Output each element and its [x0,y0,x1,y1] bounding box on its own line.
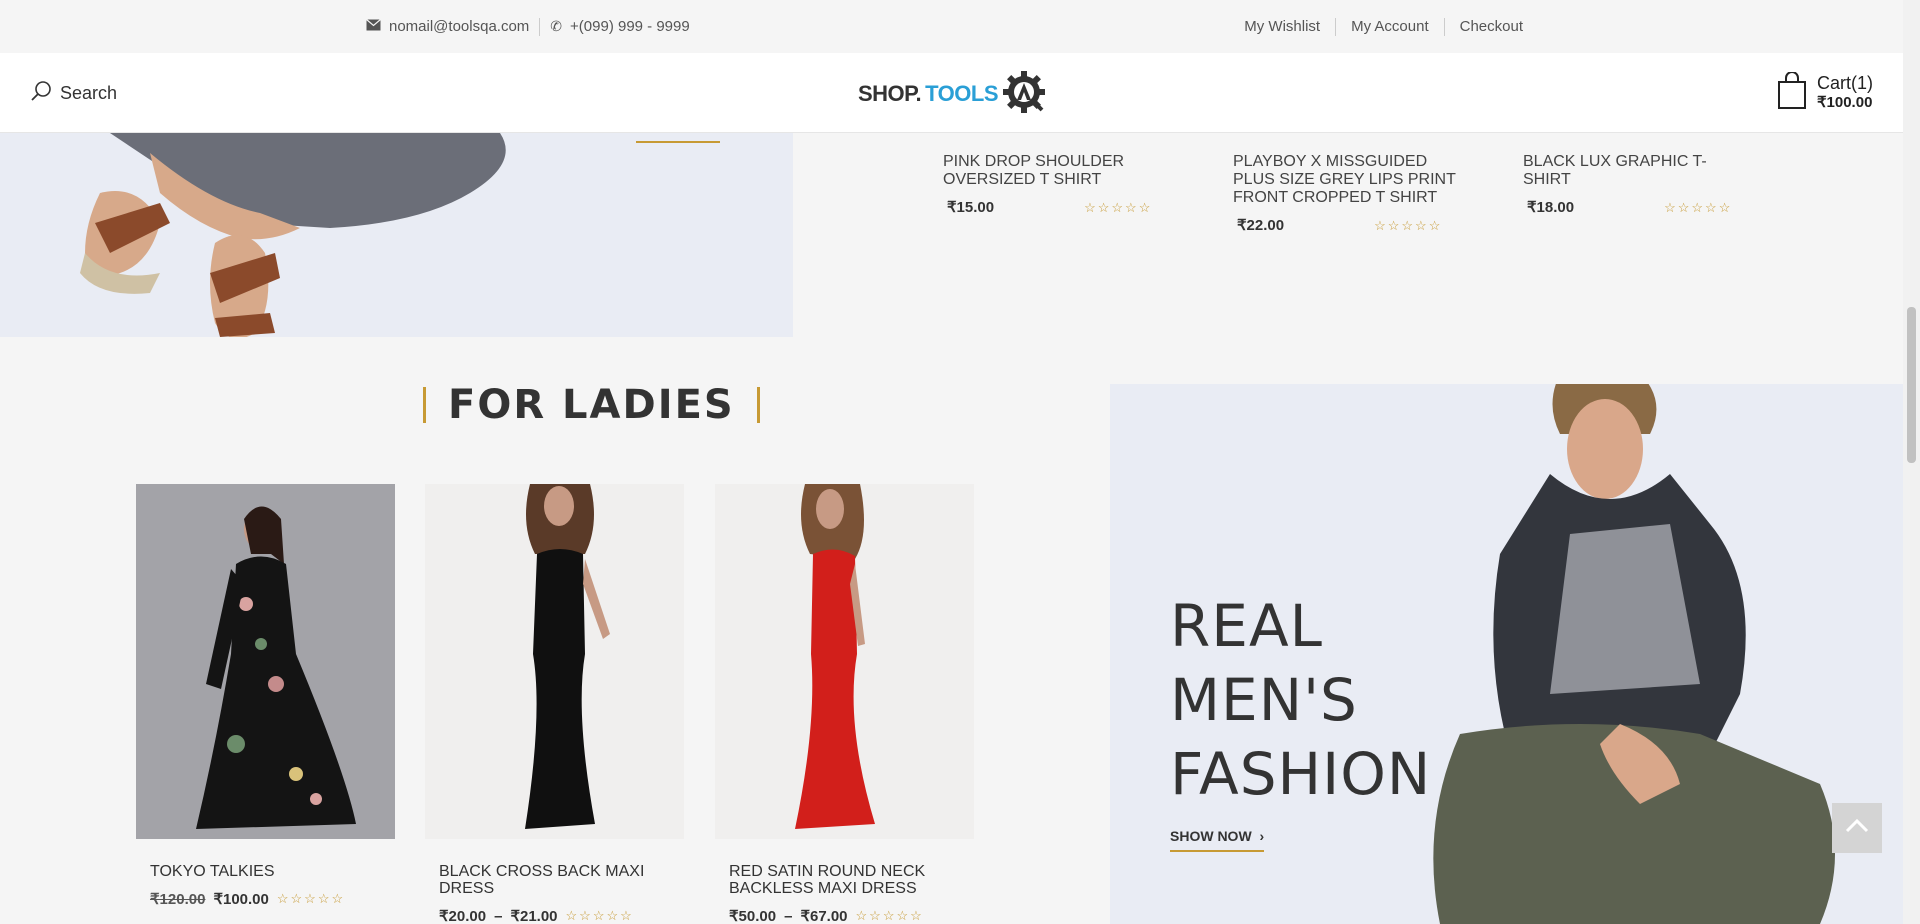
banner-underline [636,141,720,143]
product-name[interactable]: PINK DROP SHOULDER OVERSIZED T SHIRT [943,153,1173,189]
product-card[interactable]: RED SATIN ROUND NECK BACKLESS MAXI DRESS… [715,484,974,924]
cart-button[interactable]: Cart(1) ₹100.00 [1777,53,1873,133]
rating-stars-icon: ☆☆☆☆☆ [1664,200,1733,215]
phone-link[interactable]: ✆ +(099) 999 - 9999 [550,18,689,35]
email-text: nomail@toolsqa.com [389,18,530,35]
page-scrollbar[interactable] [1903,0,1920,924]
price-row: ₹50.00 – ₹67.00 ☆☆☆☆☆ [715,907,974,924]
product-price: ₹22.00 [1237,217,1285,234]
envelope-icon [366,18,381,35]
product-name[interactable]: TOKYO TALKIES [136,863,376,880]
product-name[interactable]: PLAYBOY X MISSGUIDED PLUS SIZE GREY LIPS… [1233,153,1463,207]
my-account-link[interactable]: My Account [1335,17,1444,36]
email-link[interactable]: nomail@toolsqa.com [366,18,529,35]
cart-label: Cart(1) [1816,73,1873,93]
heading-line-2: MEN'S [1170,666,1358,734]
product-name[interactable]: RED SATIN ROUND NECK BACKLESS MAXI DRESS [715,863,955,897]
search-icon [30,80,52,107]
product-image[interactable] [136,484,395,839]
men-fashion-banner[interactable]: REAL MEN'S FASHION SHOW NOW › [1110,384,1903,924]
scrollbar-thumb[interactable] [1907,307,1916,463]
cart-summary: Cart(1) ₹100.00 [1817,73,1873,113]
logo-text-shop: SHOP. [858,81,922,106]
rating-stars-icon: ☆☆☆☆☆ [565,908,634,923]
product-image[interactable] [715,484,974,839]
product-card-top-1[interactable]: PINK DROP SHOULDER OVERSIZED T SHIRT ₹15… [943,153,1173,217]
product-name[interactable]: BLACK CROSS BACK MAXI DRESS [425,863,665,897]
rating-stars-icon: ☆☆☆☆☆ [855,908,924,923]
rating-stars-icon: ☆☆☆☆☆ [1084,200,1153,215]
price-row: ₹20.00 – ₹21.00 ☆☆☆☆☆ [425,907,684,924]
cart-total: ₹100.00 [1816,94,1873,111]
site-logo[interactable]: SHOP. TOOLS [858,70,1046,119]
rating-stars-icon: ☆☆☆☆☆ [1374,218,1443,233]
rating-stars-icon: ☆☆☆☆☆ [276,891,346,906]
men-banner-heading: REAL MEN'S FASHION [1170,589,1431,811]
gear-icon [1002,70,1046,119]
show-now-link[interactable]: SHOW NOW › [1170,828,1265,852]
price-dash: – [784,907,793,924]
show-now-label: SHOW NOW [1170,828,1252,844]
search-label: Search [60,82,118,103]
price-to: ₹21.00 [510,908,558,924]
product-card-top-3[interactable]: BLACK LUX GRAPHIC T-SHIRT ₹18.00 ☆☆☆☆☆ [1523,153,1753,217]
product-image[interactable] [425,484,684,839]
price-row: ₹120.00 ₹100.00 ☆☆☆☆☆ [136,890,395,908]
product-price: ₹18.00 [1527,199,1575,216]
site-header: Search SHOP. TOOLS Cart(1) ₹100.00 [0,53,1903,133]
page: nomail@toolsqa.com ✆ +(099) 999 - 9999 M… [0,0,1920,924]
back-to-top-button[interactable] [1832,803,1882,853]
product-card[interactable]: BLACK CROSS BACK MAXI DRESS ₹20.00 – ₹21… [425,484,684,924]
search-button[interactable]: Search [30,53,117,133]
top-bar: nomail@toolsqa.com ✆ +(099) 999 - 9999 M… [0,0,1903,53]
product-card[interactable]: TOKYO TALKIES ₹120.00 ₹100.00 ☆☆☆☆☆ [136,484,395,908]
checkout-link[interactable]: Checkout [1443,17,1538,36]
heading-line-3: FASHION [1170,740,1432,808]
product-name[interactable]: BLACK LUX GRAPHIC T-SHIRT [1523,153,1753,189]
women-banner-image[interactable] [0,133,793,337]
divider [539,17,541,36]
product-card-top-2[interactable]: PLAYBOY X MISSGUIDED PLUS SIZE GREY LIPS… [1233,153,1463,235]
price-dash: – [494,907,503,924]
old-price: ₹120.00 [150,891,206,908]
phone-icon: ✆ [550,18,563,34]
price-from: ₹50.00 [729,908,777,924]
chevron-up-icon [1845,818,1869,838]
wishlist-link[interactable]: My Wishlist [1229,18,1335,36]
chevron-right-icon: › [1259,828,1265,844]
account-links: My Wishlist My Account Checkout [1229,0,1538,53]
section-title: FOR LADIES [423,382,760,428]
title-bar-left [423,387,426,423]
price-from: ₹20.00 [439,908,487,924]
contact-info: nomail@toolsqa.com ✆ +(099) 999 - 9999 [366,0,690,53]
section-heading: FOR LADIES [448,382,735,428]
shopping-bag-icon [1777,70,1807,115]
price-to: ₹67.00 [800,908,848,924]
male-model-image [1433,384,1835,924]
heading-line-1: REAL [1170,592,1323,660]
product-price: ₹15.00 [947,199,995,216]
model-legs-image [80,133,506,337]
sale-price: ₹100.00 [213,891,269,908]
logo-text-tools: TOOLS [925,81,999,106]
title-bar-right [756,387,760,423]
phone-text: +(099) 999 - 9999 [570,18,690,35]
